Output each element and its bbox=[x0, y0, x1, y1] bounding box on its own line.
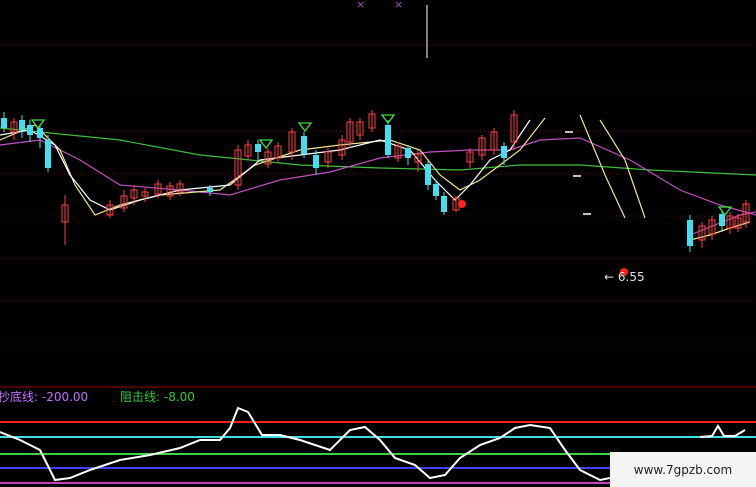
block-line-label: 阻击线: -8.00 bbox=[120, 388, 195, 405]
bottom-line-value: -200.00 bbox=[41, 390, 89, 404]
price-annotation: ← 6.55 bbox=[604, 270, 645, 284]
candle-body-down bbox=[687, 220, 693, 246]
watermark: www.7gpzb.com bbox=[610, 452, 756, 487]
oscillator-line bbox=[0, 406, 611, 482]
top-marker-2: × bbox=[394, 0, 404, 11]
down-arrow-icon bbox=[30, 119, 46, 130]
candle-body-down bbox=[425, 164, 431, 185]
candle-body-down bbox=[501, 146, 507, 158]
down-arrow-icon bbox=[258, 139, 274, 150]
candle-body-down bbox=[433, 184, 439, 196]
moving-average-lines bbox=[0, 114, 756, 241]
candle-body-down bbox=[37, 128, 43, 138]
top-marker-1: × bbox=[356, 0, 366, 11]
price-value: 6.55 bbox=[617, 270, 645, 284]
candle-body-down bbox=[27, 125, 33, 135]
candle-body-down bbox=[719, 214, 725, 226]
candle-body-down bbox=[441, 196, 447, 212]
bottom-line-name: 抄底线: bbox=[0, 390, 39, 404]
down-arrow-icon bbox=[717, 206, 733, 217]
down-arrow-icon bbox=[297, 122, 313, 133]
stock-chart[interactable] bbox=[0, 0, 756, 487]
block-line-value: -8.00 bbox=[163, 390, 195, 404]
buy-signal-icon bbox=[458, 200, 466, 208]
candle-body-down bbox=[313, 155, 319, 168]
candle-body-down bbox=[405, 148, 411, 158]
ma-long-line bbox=[0, 137, 756, 216]
candle-body-down bbox=[255, 144, 261, 152]
bottom-line-label: 抄底线: -200.00 bbox=[0, 388, 88, 405]
ma-short-line bbox=[0, 119, 531, 211]
price-grid bbox=[0, 44, 756, 388]
candle-body-down bbox=[19, 120, 25, 130]
left-arrow-icon: ← bbox=[604, 270, 615, 284]
candle-body-down bbox=[1, 118, 7, 128]
oscillator-line-right bbox=[699, 424, 746, 438]
candle-body-down bbox=[301, 136, 307, 154]
candle-body-down bbox=[45, 140, 51, 168]
candle-body-down bbox=[207, 188, 213, 192]
block-line-name: 阻击线: bbox=[120, 390, 161, 404]
candle-body-down bbox=[385, 125, 391, 155]
